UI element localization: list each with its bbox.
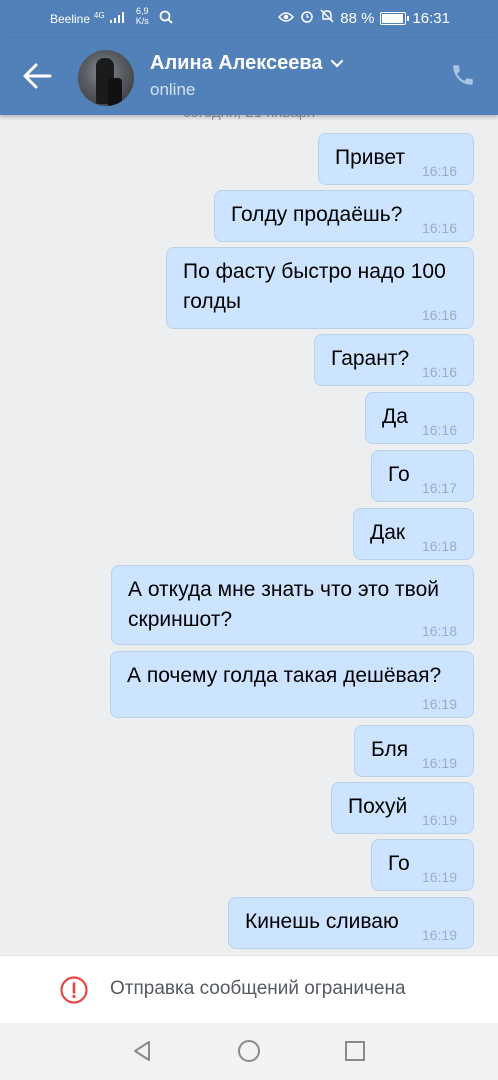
contact-status: online bbox=[150, 80, 196, 99]
message-text: Бля bbox=[371, 738, 409, 761]
message-bubble[interactable]: Гарант? 16:16 bbox=[314, 334, 474, 386]
message-text: Дак bbox=[370, 521, 406, 544]
network-speed: 6,9 K/s bbox=[136, 6, 149, 26]
carrier-label: Beeline bbox=[50, 12, 91, 26]
contact-name[interactable]: Алина Алексеева bbox=[150, 52, 344, 75]
message-bubble[interactable]: Дак 16:18 bbox=[353, 508, 474, 560]
arrow-left-icon[interactable] bbox=[22, 62, 54, 90]
message-list[interactable]: Привет 16:16 Голду продаёшь? 16:16 По фа… bbox=[0, 115, 498, 955]
message-bubble[interactable]: А откуда мне знать что это твой скриншот?… bbox=[111, 565, 474, 645]
message-bubble[interactable]: Бля 16:19 bbox=[354, 725, 474, 777]
status-right: 88 % 16:31 bbox=[278, 9, 450, 27]
chevron-down-icon[interactable] bbox=[330, 52, 344, 75]
message-text: А почему голда такая дешёвая? bbox=[127, 664, 442, 687]
message-text-line: голды bbox=[183, 290, 242, 313]
message-time: 16:19 bbox=[421, 812, 457, 828]
message-text: Гарант? bbox=[331, 347, 410, 370]
message-bubble[interactable]: По фасту быстро надо 100 голды 16:16 bbox=[166, 247, 474, 329]
circle-home-icon[interactable] bbox=[237, 1039, 261, 1063]
clock: 16:31 bbox=[412, 9, 450, 27]
alarm-icon bbox=[300, 9, 314, 27]
message-bubble[interactable]: Кинешь сливаю 16:19 bbox=[228, 897, 474, 949]
message-time: 16:19 bbox=[421, 869, 457, 885]
message-time: 16:16 bbox=[421, 307, 457, 323]
message-time: 16:18 bbox=[421, 538, 457, 554]
message-text-line: По фасту быстро надо 100 bbox=[183, 260, 446, 283]
message-time: 16:16 bbox=[421, 163, 457, 179]
message-text: Похуй bbox=[348, 795, 408, 818]
message-text-line: А откуда мне знать что это твой bbox=[128, 578, 439, 601]
chat-header: Алина Алексеева online bbox=[0, 38, 498, 115]
message-text: Привет bbox=[335, 146, 406, 169]
message-time: 16:16 bbox=[421, 422, 457, 438]
system-nav-bar bbox=[0, 1023, 498, 1080]
message-bubble[interactable]: Похуй 16:19 bbox=[331, 782, 474, 834]
eye-icon bbox=[278, 10, 295, 27]
message-time: 16:16 bbox=[421, 364, 457, 380]
battery-icon bbox=[380, 11, 410, 25]
message-text: Голду продаёшь? bbox=[231, 203, 403, 226]
square-recent-icon[interactable] bbox=[343, 1039, 367, 1063]
composer-restricted-bar: Отправка сообщений ограничена bbox=[0, 955, 498, 1024]
message-bubble[interactable]: Го 16:19 bbox=[371, 839, 474, 891]
exclamation-circle-icon bbox=[60, 976, 88, 1004]
message-bubble[interactable]: А почему голда такая дешёвая? 16:19 bbox=[110, 651, 474, 718]
status-left: Beeline 4G 6,9 K/s bbox=[50, 6, 173, 28]
message-time: 16:19 bbox=[421, 696, 457, 712]
message-text: Го bbox=[388, 852, 410, 875]
status-bar: Beeline 4G 6,9 K/s 88 % 16:31 bbox=[0, 0, 498, 38]
message-time: 16:19 bbox=[421, 755, 457, 771]
message-time: 16:16 bbox=[421, 220, 457, 236]
message-time: 16:18 bbox=[421, 623, 457, 639]
avatar[interactable] bbox=[78, 50, 134, 106]
signal-icon bbox=[109, 12, 124, 26]
bell-off-icon bbox=[320, 9, 334, 27]
message-time: 16:17 bbox=[421, 480, 457, 496]
network-type: 4G bbox=[94, 11, 105, 20]
battery-percent: 88 % bbox=[340, 9, 375, 27]
message-text-line: скриншот? bbox=[128, 608, 233, 631]
restriction-text: Отправка сообщений ограничена bbox=[110, 978, 406, 999]
speed-value: 6,9 bbox=[135, 6, 149, 16]
triangle-back-icon[interactable] bbox=[130, 1039, 154, 1063]
message-bubble[interactable]: Го 16:17 bbox=[371, 450, 474, 502]
speed-unit: K/s bbox=[135, 16, 149, 26]
search-icon bbox=[159, 10, 173, 28]
message-text: Да bbox=[382, 405, 408, 428]
phone-icon[interactable] bbox=[450, 62, 478, 90]
message-bubble[interactable]: Да 16:16 bbox=[365, 392, 474, 444]
message-bubble[interactable]: Голду продаёшь? 16:16 bbox=[214, 190, 474, 242]
message-time: 16:19 bbox=[421, 927, 457, 943]
message-bubble[interactable]: Привет 16:16 bbox=[318, 133, 474, 185]
message-text: Кинешь сливаю bbox=[245, 910, 399, 933]
contact-name-label: Алина Алексеева bbox=[150, 52, 323, 74]
message-text: Го bbox=[388, 463, 410, 486]
